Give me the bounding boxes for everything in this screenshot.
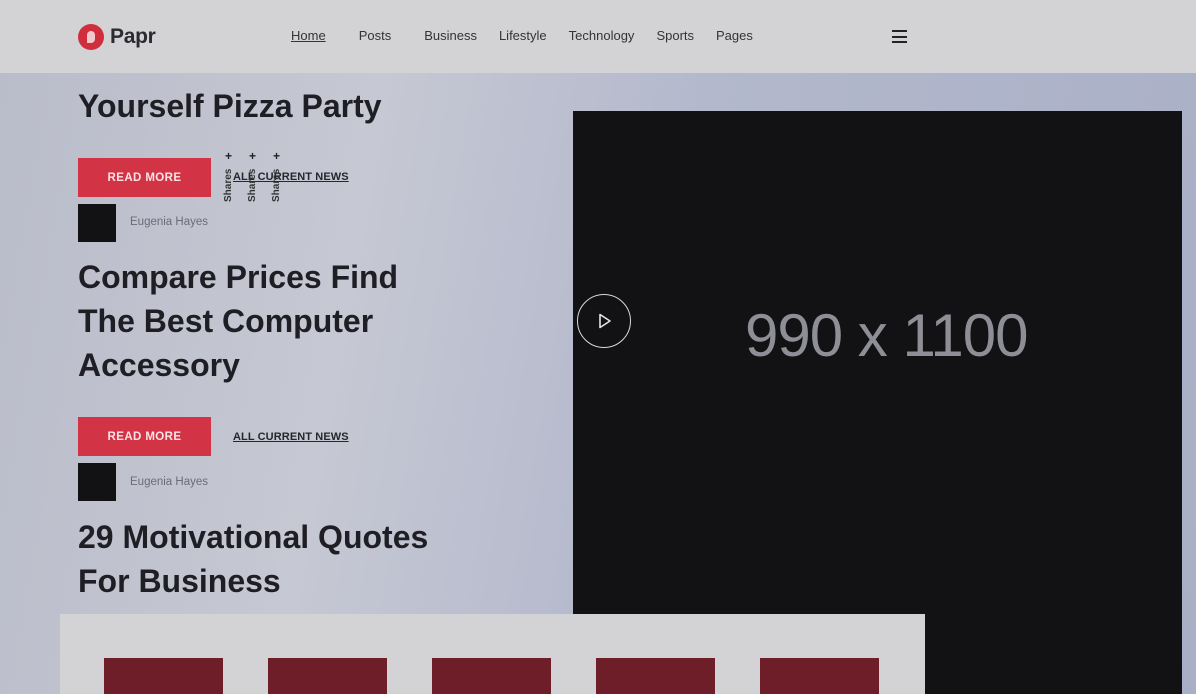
read-more-button[interactable]: READ MORE bbox=[78, 158, 211, 197]
logo-text: Papr bbox=[110, 25, 156, 48]
read-more-button[interactable]: READ MORE bbox=[78, 417, 211, 456]
shares-label: Shares bbox=[271, 168, 282, 202]
share-widget[interactable]: + Shares bbox=[271, 150, 282, 202]
nav-item-home[interactable]: Home bbox=[291, 28, 326, 43]
plus-icon: + bbox=[272, 149, 280, 163]
author-name[interactable]: Eugenia Hayes bbox=[130, 216, 208, 228]
article-title[interactable]: 29 Motivational Quotes For Business bbox=[78, 515, 438, 603]
video-thumbnail[interactable]: 990 x 1100 bbox=[573, 111, 1182, 694]
main-nav: Home Posts Business Lifestyle Technology… bbox=[291, 28, 753, 43]
share-widget[interactable]: + Shares bbox=[223, 150, 234, 202]
category-strip bbox=[60, 614, 925, 694]
article-title[interactable]: Yourself Pizza Party bbox=[78, 84, 438, 128]
nav-item-business[interactable]: Business bbox=[424, 28, 477, 43]
shares-label: Shares bbox=[247, 168, 258, 202]
category-tile[interactable] bbox=[268, 658, 387, 694]
category-tile[interactable] bbox=[596, 658, 715, 694]
shares-label: Shares bbox=[223, 168, 234, 202]
nav-item-sports[interactable]: Sports bbox=[656, 28, 694, 43]
plus-icon: + bbox=[248, 149, 256, 163]
hamburger-icon[interactable] bbox=[892, 30, 907, 43]
nav-item-technology[interactable]: Technology bbox=[569, 28, 635, 43]
logo-icon bbox=[78, 24, 104, 50]
category-tile[interactable] bbox=[432, 658, 551, 694]
play-icon[interactable] bbox=[577, 294, 631, 348]
category-tile[interactable] bbox=[104, 658, 223, 694]
all-current-news-link[interactable]: ALL CURRENT NEWS bbox=[233, 431, 349, 443]
site-logo[interactable]: Papr bbox=[78, 24, 156, 50]
plus-icon: + bbox=[224, 149, 232, 163]
nav-item-posts[interactable]: Posts bbox=[359, 28, 392, 43]
author-avatar: . bbox=[78, 463, 116, 501]
site-header: Papr Home Posts Business Lifestyle Techn… bbox=[0, 0, 1196, 73]
author-avatar: . bbox=[78, 204, 116, 242]
article-title[interactable]: Compare Prices Find The Best Computer Ac… bbox=[78, 255, 438, 387]
nav-item-pages[interactable]: Pages bbox=[716, 28, 753, 43]
share-widget[interactable]: + Shares bbox=[247, 150, 258, 202]
image-placeholder-label: 990 x 1100 bbox=[745, 302, 1028, 369]
author-name[interactable]: Eugenia Hayes bbox=[130, 476, 208, 488]
category-tile[interactable] bbox=[760, 658, 879, 694]
nav-item-lifestyle[interactable]: Lifestyle bbox=[499, 28, 547, 43]
